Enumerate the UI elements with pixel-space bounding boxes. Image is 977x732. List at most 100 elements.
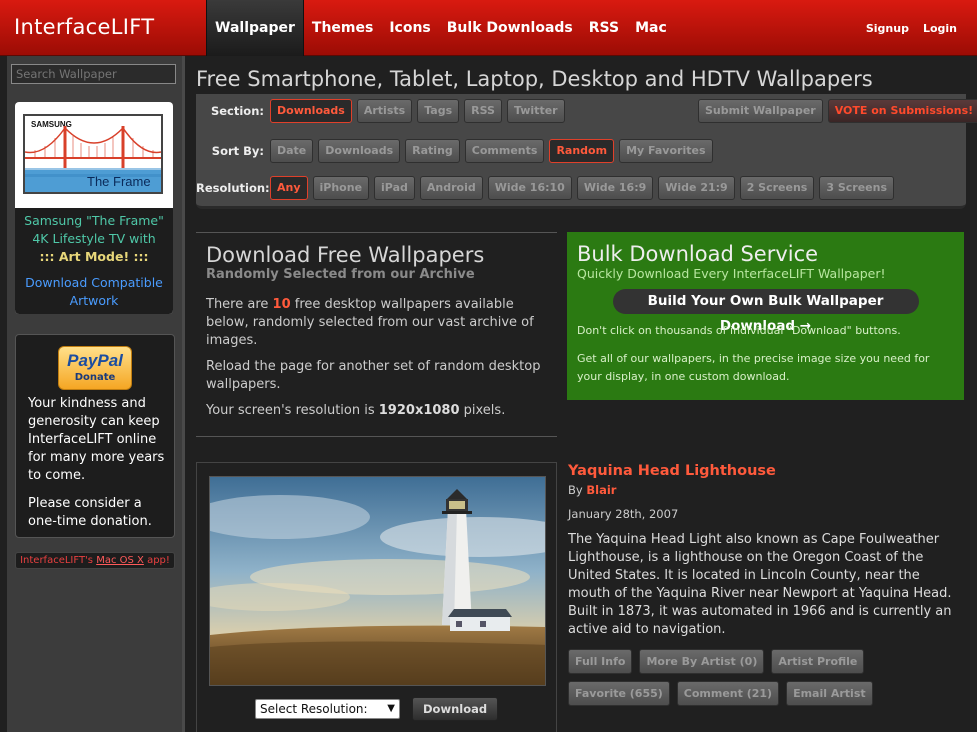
author-link[interactable]: Blair bbox=[586, 483, 616, 497]
samsung-ad[interactable]: SAMSUNG The Frame Samsung "The Frame" 4K… bbox=[15, 102, 173, 314]
email-artist-button[interactable]: Email Artist bbox=[786, 681, 873, 706]
intro-title: Download Free Wallpapers bbox=[206, 243, 485, 267]
section-label: Section: bbox=[210, 104, 264, 118]
ad-image: SAMSUNG The Frame bbox=[23, 114, 163, 194]
login-link[interactable]: Login bbox=[923, 22, 957, 35]
mac-app-promo: InterfaceLIFT's Mac OS X app! bbox=[15, 552, 175, 569]
screen-resolution: 1920x1080 bbox=[378, 403, 460, 418]
wallpaper-date: January 28th, 2007 bbox=[568, 507, 679, 521]
favorite-button[interactable]: Favorite (655) bbox=[568, 681, 670, 706]
vote-submissions-button[interactable]: VOTE on Submissions! bbox=[827, 99, 977, 123]
bulk-title: Bulk Download Service bbox=[577, 242, 819, 266]
nav-mac[interactable]: Mac bbox=[627, 0, 675, 56]
res-wide-16-9[interactable]: Wide 16:9 bbox=[576, 176, 654, 200]
full-info-button[interactable]: Full Info bbox=[568, 649, 633, 674]
section-twitter[interactable]: Twitter bbox=[506, 99, 565, 123]
signup-link[interactable]: Signup bbox=[866, 22, 909, 35]
comment-button[interactable]: Comment (21) bbox=[676, 681, 780, 706]
nav-bulk-downloads[interactable]: Bulk Downloads bbox=[439, 0, 581, 56]
res-ipad[interactable]: iPad bbox=[374, 176, 415, 200]
top-bar: InterfaceLIFT Wallpaper Themes Icons Bul… bbox=[0, 0, 977, 56]
intro-p3-b: pixels. bbox=[459, 403, 506, 418]
artist-profile-button[interactable]: Artist Profile bbox=[771, 649, 865, 674]
filter-bar: Section: Downloads Artists Tags RSS Twit… bbox=[196, 94, 977, 209]
resolution-select[interactable]: Select Resolution: ▼ bbox=[255, 699, 400, 719]
res-any[interactable]: Any bbox=[270, 176, 308, 200]
sort-date[interactable]: Date bbox=[270, 139, 314, 163]
wallpaper-thumbnail[interactable] bbox=[209, 476, 546, 686]
sort-label: Sort By: bbox=[211, 144, 264, 158]
section-tags[interactable]: Tags bbox=[417, 99, 460, 123]
res-iphone[interactable]: iPhone bbox=[312, 176, 370, 200]
wallpaper-count: 10 bbox=[272, 297, 291, 312]
more-by-artist-button[interactable]: More By Artist (0) bbox=[639, 649, 765, 674]
intro-paragraph-1: There are 10 free desktop wallpapers ava… bbox=[206, 296, 547, 350]
paypal-logo: PayPal bbox=[67, 351, 123, 370]
sort-rating[interactable]: Rating bbox=[405, 139, 460, 163]
sort-row: Sort By: Date Downloads Rating Comments … bbox=[196, 139, 718, 163]
lighthouse-image bbox=[210, 477, 545, 685]
ad-line3: ::: Art Mode! ::: bbox=[39, 249, 149, 264]
user-links: Signup Login bbox=[866, 22, 957, 35]
ad-line1: Samsung "The Frame" bbox=[24, 213, 164, 228]
build-bulk-download-button[interactable]: Build Your Own Bulk Wallpaper Download → bbox=[612, 289, 919, 334]
res-3-screens[interactable]: 3 Screens bbox=[819, 176, 895, 200]
site-logo[interactable]: InterfaceLIFT bbox=[14, 15, 154, 39]
donate-label: Donate bbox=[74, 372, 116, 383]
mac-promo-prefix: InterfaceLIFT's bbox=[20, 555, 97, 566]
sort-downloads[interactable]: Downloads bbox=[318, 139, 401, 163]
wallpaper-title[interactable]: Yaquina Head Lighthouse bbox=[568, 463, 968, 479]
mac-promo-suffix: app! bbox=[143, 555, 170, 566]
nav-wallpaper[interactable]: Wallpaper bbox=[206, 0, 304, 56]
paypal-donate-button[interactable]: PayPal Donate bbox=[58, 346, 132, 390]
section-rss[interactable]: RSS bbox=[464, 99, 502, 123]
section-downloads[interactable]: Downloads bbox=[270, 99, 352, 123]
sort-random[interactable]: Random bbox=[549, 139, 615, 163]
wallpaper-description: The Yaquina Head Light also known as Cap… bbox=[568, 532, 952, 637]
wallpaper-actions-row2: Favorite (655) Comment (21) Email Artist bbox=[568, 681, 968, 706]
intro-paragraph-2: Reload the page for another set of rando… bbox=[206, 359, 541, 392]
chevron-down-icon: ▼ bbox=[387, 703, 395, 714]
ad-line2: 4K Lifestyle TV with bbox=[32, 231, 156, 246]
wallpaper-card: Select Resolution: ▼ Download bbox=[196, 462, 557, 732]
submit-wallpaper-button[interactable]: Submit Wallpaper bbox=[698, 99, 823, 123]
donate-paragraph-2: Please consider a one-time donation. bbox=[28, 496, 152, 529]
res-wide-16-10[interactable]: Wide 16:10 bbox=[487, 176, 572, 200]
wallpaper-info: Yaquina Head Lighthouse By Blair January… bbox=[568, 463, 968, 706]
donate-paragraph-1: Your kindness and generosity can keep In… bbox=[28, 396, 165, 483]
intro-paragraph-3: Your screen's resolution is 1920x1080 pi… bbox=[206, 402, 547, 420]
bridge-illustration: The Frame bbox=[25, 126, 161, 192]
nav-rss[interactable]: RSS bbox=[581, 0, 627, 56]
download-button[interactable]: Download bbox=[412, 697, 499, 721]
section-row: Section: Downloads Artists Tags RSS Twit… bbox=[196, 99, 570, 123]
nav-themes[interactable]: Themes bbox=[304, 0, 381, 56]
ad-product-name: The Frame bbox=[87, 174, 151, 189]
search-input[interactable] bbox=[11, 64, 176, 84]
sort-comments[interactable]: Comments bbox=[464, 139, 545, 163]
resolution-label: Resolution: bbox=[196, 181, 270, 195]
main-nav: Wallpaper Themes Icons Bulk Downloads RS… bbox=[206, 0, 675, 56]
sidebar: SAMSUNG The Frame Samsung "The Frame" bbox=[7, 56, 185, 732]
section-artists[interactable]: Artists bbox=[356, 99, 413, 123]
res-2-screens[interactable]: 2 Screens bbox=[739, 176, 815, 200]
intro-p1-a: There are bbox=[206, 297, 273, 312]
wallpaper-controls: Select Resolution: ▼ Download bbox=[255, 697, 499, 721]
wallpaper-author: By Blair bbox=[568, 483, 968, 497]
intro-subtitle: Randomly Selected from our Archive bbox=[206, 267, 475, 282]
download-intro: Download Free Wallpapers Randomly Select… bbox=[196, 232, 557, 437]
res-wide-21-9[interactable]: Wide 21:9 bbox=[658, 176, 735, 200]
donate-box: PayPal Donate Your kindness and generosi… bbox=[15, 334, 175, 538]
mac-os-x-link[interactable]: Mac OS X bbox=[96, 555, 144, 566]
sort-my-favorites[interactable]: My Favorites bbox=[619, 139, 713, 163]
intro-p3-a: Your screen's resolution is bbox=[206, 403, 379, 418]
res-android[interactable]: Android bbox=[419, 176, 483, 200]
bulk-download-panel: Bulk Download Service Quickly Download E… bbox=[567, 232, 964, 400]
bulk-paragraph-1: Don't click on thousands of individual "… bbox=[577, 324, 901, 337]
page-title: Free Smartphone, Tablet, Laptop, Desktop… bbox=[196, 67, 873, 91]
nav-icons[interactable]: Icons bbox=[381, 0, 438, 56]
resolution-select-value: Select Resolution: bbox=[260, 702, 368, 716]
donate-text: Your kindness and generosity can keep In… bbox=[28, 395, 168, 541]
ad-download-link[interactable]: Download Compatible Artwork bbox=[15, 274, 173, 310]
bulk-paragraph-2: Get all of our wallpapers, in the precis… bbox=[577, 352, 930, 383]
resolution-row: Resolution: Any iPhone iPad Android Wide… bbox=[196, 176, 899, 200]
